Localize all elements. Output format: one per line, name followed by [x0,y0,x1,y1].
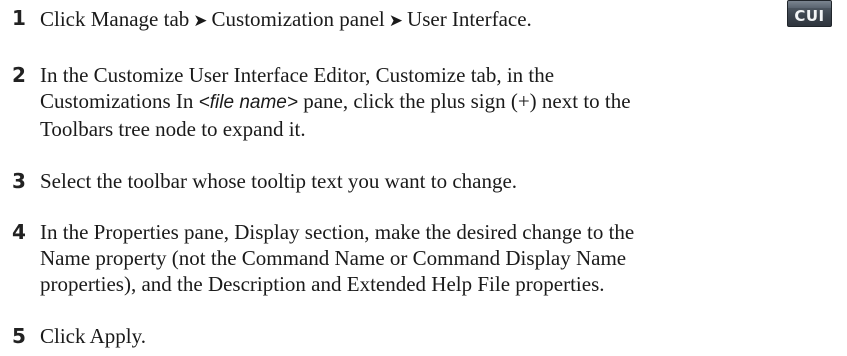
step-number: 2 [12,63,26,87]
step-4: 4 In the Properties pane, Display sectio… [0,219,847,301]
cui-icon: CUI [787,0,832,27]
step-line: In the Customize User Interface Editor, … [40,63,555,87]
step-text-part: User Interface. [407,7,532,31]
step-number: 5 [12,324,26,348]
arrow-icon: ➤ [388,11,404,31]
cui-icon-label: CUI [794,7,825,25]
step-line: properties), and the Description and Ext… [40,272,605,296]
step-5: 5 Click Apply. [0,323,847,351]
step-2: 2 In the Customize User Interface Editor… [0,62,847,144]
step-1: 1 Click Manage tab ➤ Customization panel ➤ U… [0,5,847,33]
step-text: In the Properties pane, Display section,… [40,219,840,297]
step-text-part: Click Manage tab [40,7,190,31]
step-3: 3 Select the toolbar whose tooltip text … [0,168,847,196]
step-number: 4 [12,220,26,244]
step-line: Name property (not the Command Name or C… [40,246,627,270]
file-name-placeholder: <file name> [198,92,298,113]
step-line: Customizations In <file name> pane, clic… [40,88,840,116]
step-text-part: pane, click the plus sign (+) next to th… [297,89,631,113]
step-text-part: Customization panel [211,7,385,31]
step-line: In the Properties pane, Display section,… [40,220,635,244]
step-text: Select the toolbar whose tooltip text yo… [40,169,518,193]
step-line: Toolbars tree node to expand it. [40,117,306,141]
step-number: 1 [12,6,26,30]
step-number: 3 [12,169,26,193]
step-text: Click Apply. [40,324,146,348]
step-text: In the Customize User Interface Editor, … [40,62,840,142]
step-text: Click Manage tab ➤ Customization panel ➤ Use… [40,6,840,34]
arrow-icon: ➤ [193,11,208,31]
step-text-part: Customizations In [40,89,199,113]
